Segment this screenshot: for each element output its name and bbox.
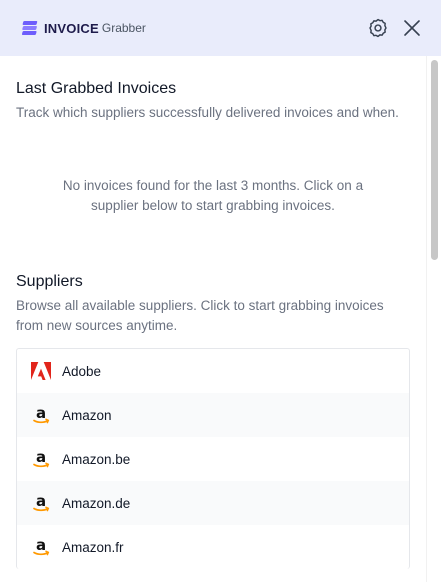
invoice-grabber-panel: INVOICE Grabber Last Grabbed Invoices Tr…	[0, 0, 441, 582]
scroll-content: Last Grabbed Invoices Track which suppli…	[0, 56, 426, 582]
supplier-item-amazon[interactable]: a Amazon	[17, 393, 409, 437]
suppliers-description: Browse all available suppliers. Click to…	[16, 298, 384, 333]
svg-text:a: a	[36, 449, 46, 466]
brand-logo: INVOICE Grabber	[20, 19, 146, 37]
supplier-item-label: Amazon.de	[62, 495, 131, 511]
svg-text:a: a	[36, 405, 46, 422]
adobe-icon	[31, 361, 51, 381]
supplier-item-amazon-de[interactable]: a Amazon.de	[17, 481, 409, 525]
empty-state-message: No invoices found for the last 3 months.…	[62, 178, 364, 213]
supplier-item-label: Amazon.be	[62, 451, 131, 467]
supplier-list: Adobe a Amazon a Amazon.be a Amazon.de a…	[16, 348, 410, 569]
svg-text:a: a	[36, 537, 46, 554]
supplier-item-label: Amazon.fr	[62, 539, 124, 555]
gear-icon	[369, 18, 387, 38]
last-grabbed-description: Track which suppliers successfully deliv…	[16, 105, 399, 120]
brand-name-light: Grabber	[101, 21, 146, 35]
scrollbar[interactable]	[426, 56, 441, 582]
close-icon	[404, 20, 420, 36]
svg-text:a: a	[36, 493, 46, 510]
last-grabbed-title: Last Grabbed Invoices	[16, 80, 177, 97]
supplier-item-label: Amazon	[62, 407, 112, 423]
supplier-item-amazon-be[interactable]: a Amazon.be	[17, 437, 409, 481]
scrollbar-thumb[interactable]	[431, 60, 438, 260]
amazon-icon: a	[31, 405, 51, 425]
header-bar: INVOICE Grabber	[0, 0, 441, 56]
suppliers-section: Suppliers Browse all available suppliers…	[0, 273, 426, 336]
settings-button[interactable]	[365, 15, 391, 41]
supplier-item-adobe[interactable]: Adobe	[17, 349, 409, 393]
invoice-grabber-logo-icon	[21, 21, 38, 35]
supplier-item-amazon-fr[interactable]: a Amazon.fr	[17, 525, 409, 569]
header-actions	[365, 15, 425, 41]
suppliers-title: Suppliers	[16, 273, 83, 290]
amazon-icon: a	[31, 493, 51, 513]
amazon-icon: a	[31, 449, 51, 469]
supplier-item-label: Adobe	[62, 363, 102, 379]
brand-name-strong: INVOICE	[44, 20, 99, 36]
last-grabbed-section: Last Grabbed Invoices Track which suppli…	[0, 56, 426, 123]
amazon-icon: a	[31, 537, 51, 557]
close-button[interactable]	[399, 15, 425, 41]
